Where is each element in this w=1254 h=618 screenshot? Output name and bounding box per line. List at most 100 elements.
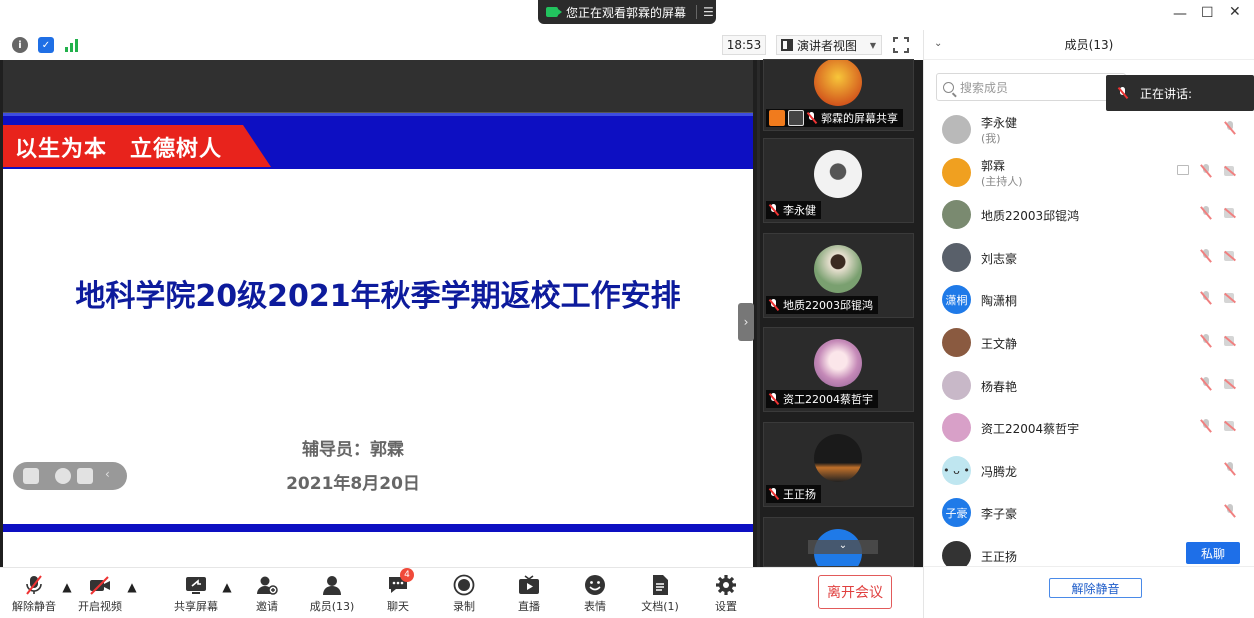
- member-row[interactable]: 王文静: [924, 321, 1254, 363]
- reactions-button[interactable]: 表情: [565, 572, 625, 616]
- collapse-left-icon[interactable]: ‹: [105, 467, 121, 483]
- mic-muted-icon[interactable]: [1224, 121, 1236, 135]
- gear-icon: [715, 574, 737, 596]
- invite-button[interactable]: 邀请: [237, 572, 297, 616]
- mic-muted-icon: [769, 488, 779, 500]
- chat-badge: 4: [400, 568, 414, 582]
- member-row[interactable]: 杨春艳: [924, 364, 1254, 406]
- share-banner-text: 您正在观看郭霖的屏幕: [566, 5, 687, 20]
- screen-share-icon: [788, 110, 804, 126]
- meeting-window: 您正在观看郭霖的屏幕 ☰ — ☐ ✕ i ✓ 18:53 演讲者视图 ▼ 以生为…: [0, 0, 1254, 618]
- chat-button[interactable]: 4 聊天: [368, 568, 428, 616]
- documents-button[interactable]: 文档(1): [630, 572, 690, 616]
- minimize-icon[interactable]: —: [1173, 6, 1187, 22]
- chevron-down-icon[interactable]: ⌄: [934, 38, 942, 49]
- leave-meeting-button[interactable]: 离开会议: [818, 575, 892, 609]
- tile-name-tag: 郭霖的屏幕共享: [766, 109, 903, 127]
- speaking-indicator: 正在讲话:: [1106, 75, 1254, 111]
- mic-muted-icon[interactable]: [1200, 291, 1212, 305]
- mic-muted-icon: [807, 112, 817, 124]
- menu-icon[interactable]: ☰: [703, 5, 714, 19]
- video-stage: 以生为本 立德树人 地科学院20级2021年秋季学期返校工作安排 辅导员：郭霖 …: [0, 59, 923, 597]
- screen-share-icon: [1177, 164, 1189, 175]
- comment-icon[interactable]: [77, 468, 93, 484]
- meeting-info-bar: i ✓ 18:53 演讲者视图 ▼: [0, 30, 923, 60]
- mic-muted-icon[interactable]: [1200, 334, 1212, 348]
- close-icon[interactable]: ✕: [1229, 4, 1241, 20]
- mic-muted-icon[interactable]: [1200, 419, 1212, 433]
- mic-muted-icon[interactable]: [1200, 163, 1212, 178]
- member-row[interactable]: 李永健 (我): [924, 108, 1254, 150]
- live-button[interactable]: 直播: [499, 572, 559, 616]
- mic-muted-icon[interactable]: [1200, 376, 1212, 391]
- unmute-all-button[interactable]: 解除静音: [1049, 578, 1142, 598]
- member-row[interactable]: 子豪 李子豪: [924, 491, 1254, 533]
- member-row[interactable]: • ᴗ • 冯腾龙: [924, 449, 1254, 491]
- members-button[interactable]: 成员(13): [302, 572, 362, 616]
- member-row[interactable]: 地质22003邱锟鸿: [924, 193, 1254, 235]
- member-role: (我): [981, 132, 1001, 145]
- record-button[interactable]: 录制: [434, 572, 494, 616]
- avatar: [942, 242, 971, 272]
- chat-icon: 4: [387, 568, 414, 596]
- private-chat-button[interactable]: 私聊: [1186, 542, 1240, 564]
- shield-icon[interactable]: ✓: [38, 37, 54, 53]
- member-row[interactable]: 资工22004蔡哲宇: [924, 406, 1254, 448]
- video-tile[interactable]: 郭霖的屏幕共享: [763, 59, 914, 131]
- member-name: 李子豪: [981, 507, 1018, 522]
- mic-muted-icon[interactable]: [1200, 206, 1212, 220]
- settings-button[interactable]: 设置: [696, 572, 756, 616]
- video-tile[interactable]: 王正扬: [763, 422, 914, 507]
- member-name: 李永健: [981, 116, 1018, 130]
- video-off-icon[interactable]: [1224, 421, 1238, 432]
- info-icon[interactable]: i: [12, 37, 28, 53]
- search-icon: [943, 81, 954, 93]
- mic-muted-icon[interactable]: [1224, 504, 1236, 518]
- video-options-caret[interactable]: ▲: [127, 580, 137, 618]
- member-row[interactable]: 潇桐 陶潇桐: [924, 278, 1254, 320]
- screen-share-banner[interactable]: 您正在观看郭霖的屏幕 ☰: [538, 0, 716, 24]
- start-video-button[interactable]: 开启视频: [70, 572, 130, 616]
- avatar: [942, 370, 971, 400]
- mic-muted-icon[interactable]: [1224, 461, 1236, 476]
- user-icon: [321, 574, 343, 596]
- video-off-icon[interactable]: [1224, 165, 1238, 176]
- members-panel-footer: 解除静音: [924, 566, 1254, 618]
- collapse-tiles-handle[interactable]: ›: [738, 303, 754, 341]
- video-off-icon[interactable]: [1224, 250, 1238, 261]
- avatar: [942, 413, 971, 443]
- maximize-icon[interactable]: ☐: [1201, 5, 1214, 21]
- scroll-down-icon[interactable]: ⌄: [808, 540, 878, 554]
- annotation-controls[interactable]: ‹: [13, 462, 127, 490]
- mic-muted-icon: [769, 299, 779, 311]
- signal-icon[interactable]: [64, 37, 80, 53]
- document-icon: [649, 574, 671, 596]
- slide-motto: 以生为本 立德树人: [15, 136, 223, 162]
- view-mode-label: 演讲者视图: [797, 38, 858, 53]
- video-tile[interactable]: ⌄: [763, 517, 914, 567]
- video-off-icon[interactable]: [1224, 378, 1238, 389]
- video-tile[interactable]: 李永健: [763, 138, 914, 223]
- share-options-caret[interactable]: ▲: [222, 580, 232, 618]
- mic-muted-icon: [1118, 87, 1128, 99]
- member-name: 陶潇桐: [981, 294, 1018, 309]
- video-off-icon[interactable]: [1224, 336, 1238, 346]
- unmute-button[interactable]: 解除静音: [4, 572, 64, 616]
- video-off-icon[interactable]: [1224, 208, 1238, 219]
- mic-muted-icon[interactable]: [1200, 248, 1212, 263]
- fullscreen-icon[interactable]: [893, 37, 909, 53]
- member-name: 地质22003邱锟鸿: [981, 209, 1080, 224]
- video-off-icon[interactable]: [1224, 293, 1238, 304]
- video-tile[interactable]: 地质22003邱锟鸿: [763, 233, 914, 318]
- grid-icon[interactable]: [23, 468, 39, 484]
- avatar: [814, 434, 862, 482]
- member-search-input[interactable]: 搜索成员: [936, 73, 1126, 101]
- video-tile[interactable]: 资工22004蔡哲宇: [763, 327, 914, 412]
- view-mode-select[interactable]: 演讲者视图 ▼: [776, 35, 882, 55]
- share-screen-button[interactable]: 共享屏幕: [166, 572, 226, 616]
- member-row[interactable]: 郭霖 (主持人): [924, 151, 1254, 193]
- member-row[interactable]: 刘志豪: [924, 236, 1254, 278]
- member-name: 刘志豪: [981, 251, 1018, 266]
- avatar: [814, 150, 862, 198]
- emoji-icon[interactable]: [55, 468, 71, 484]
